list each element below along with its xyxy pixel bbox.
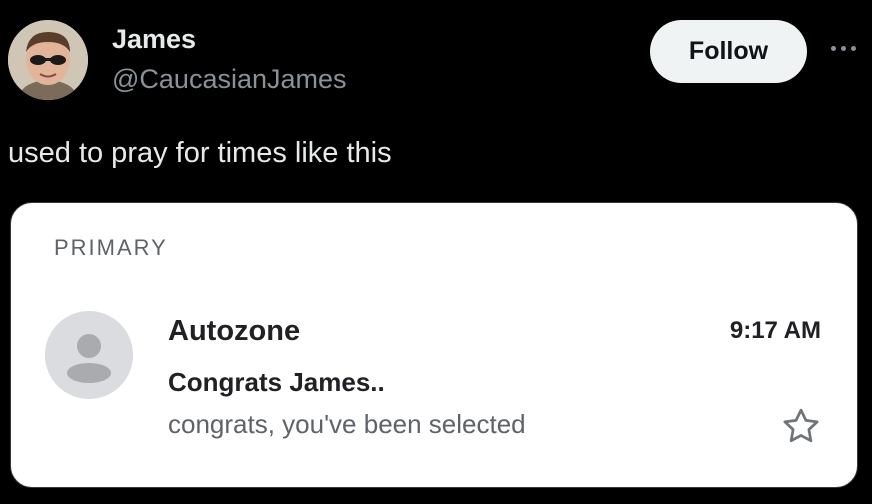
author-handle[interactable]: @CaucasianJames xyxy=(112,64,347,95)
star-outline-icon[interactable] xyxy=(779,405,823,449)
more-options-icon[interactable] xyxy=(818,38,868,58)
author-name[interactable]: James xyxy=(112,24,196,55)
more-dot xyxy=(850,45,856,51)
email-time: 9:17 AM xyxy=(729,317,821,344)
author-avatar[interactable] xyxy=(8,20,88,100)
default-person-icon xyxy=(45,311,133,399)
email-sender: Autozone xyxy=(168,315,301,347)
tweet-text: used to pray for times like this xyxy=(8,137,392,169)
profile-photo-icon xyxy=(8,20,88,100)
email-screenshot-card[interactable]: PRIMARY Autozone 9:17 AM Congrats James.… xyxy=(10,202,858,488)
more-dot xyxy=(840,45,846,51)
email-snippet: congrats, you've been selected xyxy=(168,409,526,439)
email-subject: Congrats James.. xyxy=(168,367,385,397)
more-dot xyxy=(830,45,836,51)
inbox-section-label: PRIMARY xyxy=(54,235,168,260)
follow-button[interactable]: Follow xyxy=(650,20,807,83)
